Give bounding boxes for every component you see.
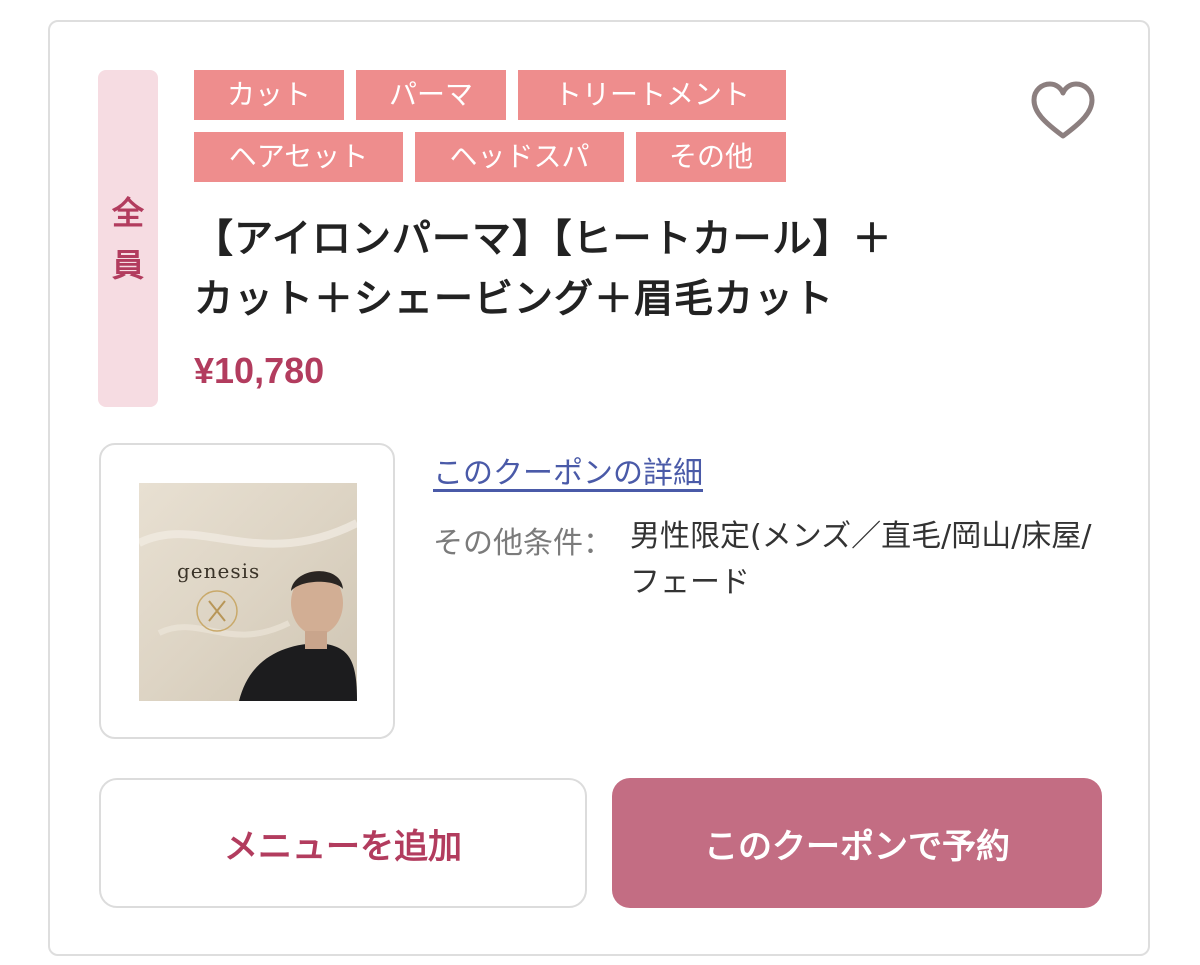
coupon-title: 【アイロンパーマ】【ヒートカール】＋ カット＋シェービング＋眉毛カット — [194, 210, 974, 330]
reserve-with-coupon-button[interactable]: このクーポンで予約 — [612, 778, 1102, 908]
tag-perm: パーマ — [356, 70, 506, 120]
thumbnail-frame: genesis — [99, 443, 395, 739]
coupon-title-line-2: カット＋シェービング＋眉毛カット — [194, 277, 835, 322]
tag-row-1: カット パーマ トリートメント — [194, 70, 814, 120]
coupon-title-line-1: 【アイロンパーマ】【ヒートカール】＋ — [194, 217, 893, 262]
tag-row-2: ヘアセット ヘッドスパ その他 — [194, 132, 814, 182]
condition-label: その他条件： — [433, 526, 613, 561]
category-tags: カット パーマ トリートメント ヘアセット ヘッドスパ その他 — [194, 70, 814, 194]
salon-thumbnail: genesis — [139, 483, 357, 701]
tag-cut: カット — [194, 70, 344, 120]
thumbnail-brand-text: genesis — [177, 559, 261, 583]
coupon-detail-link[interactable]: このクーポンの詳細 — [433, 448, 703, 492]
tag-other: その他 — [636, 132, 786, 182]
tag-hairset: ヘアセット — [194, 132, 403, 182]
tag-treatment: トリートメント — [518, 70, 786, 120]
tag-headspa: ヘッドスパ — [415, 132, 624, 182]
target-badge: 全 員 — [98, 70, 158, 407]
heart-outline-icon[interactable] — [1030, 80, 1096, 142]
target-badge-char-2: 員 — [111, 245, 144, 284]
add-menu-button[interactable]: メニューを追加 — [99, 778, 587, 908]
condition-value: 男性限定(メンズ／直毛/岡山/床屋/フェード — [630, 519, 1092, 600]
target-badge-char-1: 全 — [111, 193, 144, 232]
coupon-price: ¥10,780 — [194, 350, 325, 391]
